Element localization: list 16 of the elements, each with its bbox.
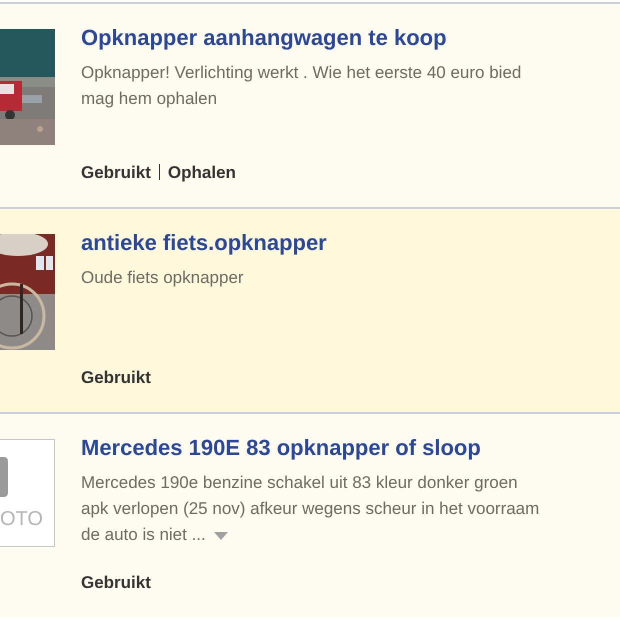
listing-tag: Gebruikt [81, 570, 151, 595]
listing-description: Oude fiets opknapper [81, 267, 245, 289]
listing-description: Mercedes 190e benzine schakel uit 83 kleur donker groen apk verlopen (25 nov) afkeur wegens scheur in het voorraam de auto is niet ... [81, 472, 540, 546]
listing-title[interactable]: Opknapper aanhangwagen te koop [81, 23, 543, 53]
caret-down-icon[interactable] [214, 532, 228, 540]
placeholder-label: OTO [0, 509, 44, 529]
listing-card[interactable]: antieke fiets.opknapper Oude fiets opknapper Gebruikt [0, 207, 620, 412]
listing-card[interactable]: OTO Mercedes 190E 83 opknapper of sloop Mercedes 190e benzine schakel uit 83 kleur donker groen apk verlopen (25 nov) afkeur wegens scheur in het voorraam de auto is niet ... Gebruikt [0, 412, 620, 617]
camera-icon [0, 457, 8, 497]
listing-title[interactable]: Mercedes 190E 83 opknapper of sloop [81, 433, 543, 463]
listing-tag: Gebruikt [81, 160, 151, 185]
listing-description: Opknapper! Verlichting werkt . Wie het eerste 40 euro bied mag hem ophalen [81, 62, 522, 110]
listing-tag: Ophalen [168, 160, 236, 185]
listing-tag: Gebruikt [81, 364, 151, 390]
listing-title[interactable]: antieke fiets.opknapper [81, 228, 327, 258]
listing-card[interactable]: Opknapper aanhangwagen te koop Opknapper! Verlichting werkt . Wie het eerste 40 euro bied mag hem ophalen Gebruikt Ophalen [0, 2, 620, 207]
